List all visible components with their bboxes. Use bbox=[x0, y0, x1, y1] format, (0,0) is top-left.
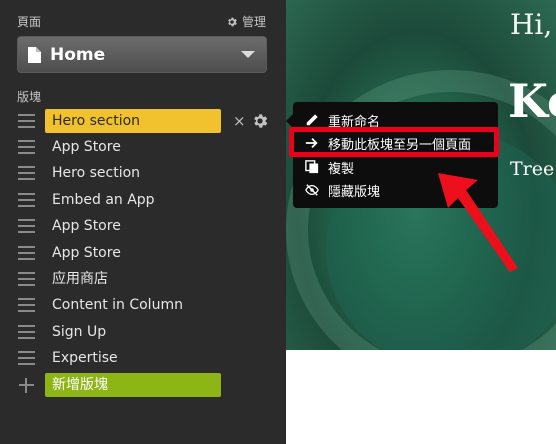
block-row: App Store bbox=[18, 135, 121, 159]
block-row: Content in Column bbox=[18, 293, 183, 317]
drag-handle-icon[interactable] bbox=[18, 351, 35, 365]
block-row: Embed an App bbox=[18, 188, 155, 212]
drag-handle-icon[interactable] bbox=[18, 298, 35, 312]
add-block-button[interactable]: 新增版塊 bbox=[45, 373, 221, 397]
drag-handle-icon[interactable] bbox=[18, 325, 35, 339]
sidebar-panel: 頁面 管理 Home 版塊 Hero section × App Store H… bbox=[0, 0, 286, 444]
copy-icon bbox=[305, 160, 319, 174]
page-select-dropdown[interactable]: Home bbox=[17, 36, 267, 73]
manage-label: 管理 bbox=[241, 15, 266, 29]
pencil-icon bbox=[306, 114, 318, 126]
annotation-arrow-icon bbox=[438, 173, 518, 272]
block-label[interactable]: 应用商店 bbox=[45, 267, 108, 291]
hero-greeting: Hi, bbox=[510, 8, 553, 41]
block-label[interactable]: App Store bbox=[45, 135, 121, 159]
block-settings-gear-icon[interactable] bbox=[251, 112, 269, 130]
block-row: Expertise bbox=[18, 346, 118, 370]
block-row: App Store bbox=[18, 241, 121, 265]
drag-handle-icon[interactable] bbox=[18, 272, 35, 286]
block-row: App Store bbox=[18, 214, 121, 238]
block-row: Hero section bbox=[18, 161, 140, 185]
drag-handle-icon[interactable] bbox=[18, 246, 35, 260]
eye-slash-icon bbox=[305, 184, 319, 196]
close-icon[interactable]: × bbox=[233, 112, 246, 130]
manage-pages-button[interactable]: 管理 bbox=[226, 13, 266, 30]
block-label[interactable]: App Store bbox=[45, 241, 121, 265]
menu-item-label: 隱藏版塊 bbox=[328, 184, 381, 200]
drag-handle-icon[interactable] bbox=[18, 166, 35, 180]
pages-section-label: 頁面 bbox=[17, 15, 42, 29]
chevron-down-icon bbox=[241, 51, 255, 58]
gear-icon bbox=[228, 17, 237, 26]
highlight-box bbox=[289, 127, 499, 157]
hero-title: Ko bbox=[508, 74, 556, 128]
drag-handle-icon[interactable] bbox=[18, 193, 35, 207]
block-row: Hero section bbox=[18, 109, 221, 133]
file-icon bbox=[28, 46, 41, 63]
plus-icon[interactable] bbox=[18, 377, 35, 394]
drag-handle-icon[interactable] bbox=[18, 140, 35, 154]
block-label[interactable]: Hero section bbox=[45, 161, 140, 185]
menu-item-label: 複製 bbox=[328, 161, 355, 177]
blocks-section-label: 版塊 bbox=[17, 90, 42, 104]
drag-handle-icon[interactable] bbox=[18, 114, 35, 128]
menu-item-copy[interactable]: 複製 bbox=[305, 157, 354, 177]
block-label[interactable]: Content in Column bbox=[45, 293, 183, 317]
block-row: Sign Up bbox=[18, 320, 106, 344]
block-label[interactable]: Sign Up bbox=[45, 320, 106, 344]
selected-page-name: Home bbox=[50, 44, 106, 65]
menu-item-hide-block[interactable]: 隱藏版塊 bbox=[305, 180, 380, 200]
drag-handle-icon[interactable] bbox=[18, 219, 35, 233]
block-row: 应用商店 bbox=[18, 267, 108, 291]
block-label[interactable]: Embed an App bbox=[45, 188, 155, 212]
block-label[interactable]: App Store bbox=[45, 214, 121, 238]
block-label-active[interactable]: Hero section bbox=[45, 109, 221, 133]
block-label[interactable]: Expertise bbox=[45, 346, 118, 370]
add-block-row: 新增版塊 bbox=[18, 373, 221, 397]
